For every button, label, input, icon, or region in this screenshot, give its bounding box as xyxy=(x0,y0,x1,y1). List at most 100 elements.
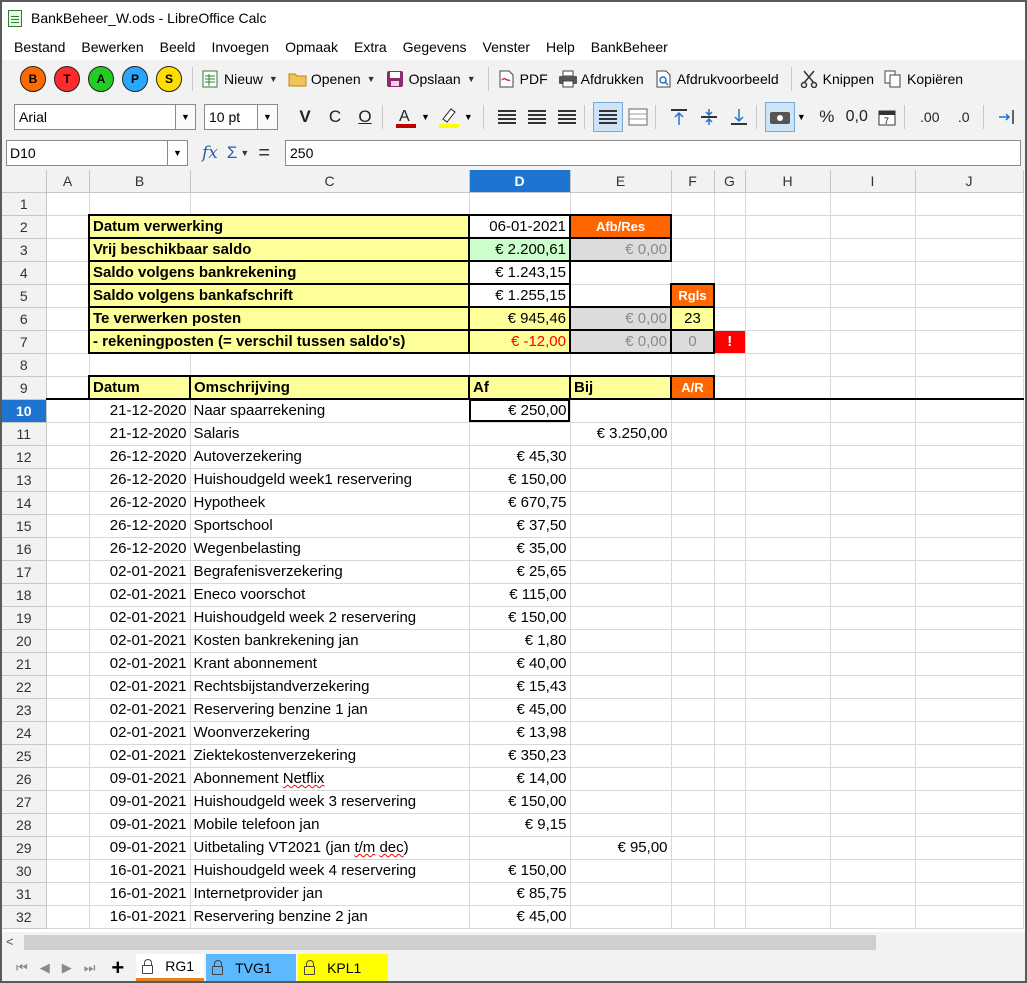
cell-datum[interactable]: 26-12-2020 xyxy=(89,491,191,515)
currency-format-button[interactable] xyxy=(764,102,795,132)
cell[interactable] xyxy=(830,238,916,262)
formula-input[interactable]: 250 xyxy=(285,140,1021,166)
cell-datum[interactable]: 09-01-2021 xyxy=(89,813,191,837)
cell[interactable] xyxy=(915,606,1024,630)
chevron-down-icon[interactable]: ▼ xyxy=(797,112,806,122)
cell-bij[interactable] xyxy=(570,560,672,584)
cell-bij[interactable] xyxy=(570,445,672,469)
sheet-tab-tvg1[interactable]: TVG1 xyxy=(206,954,297,981)
chevron-down-icon[interactable]: ▼ xyxy=(240,148,249,158)
label-te-verwerken-posten[interactable]: Te verwerken posten xyxy=(88,306,470,331)
header-bij[interactable]: Bij xyxy=(569,375,672,400)
cell[interactable] xyxy=(46,192,90,216)
scroll-left-icon[interactable]: < xyxy=(6,934,14,949)
menu-gegevens[interactable]: Gegevens xyxy=(395,39,475,55)
cell-a-r[interactable] xyxy=(671,836,715,860)
cell-bij[interactable] xyxy=(570,514,672,538)
center-vertically-button[interactable] xyxy=(694,102,724,132)
row-header[interactable]: 17 xyxy=(2,560,47,584)
cell[interactable] xyxy=(46,859,90,883)
cell-a-r[interactable] xyxy=(671,882,715,906)
name-box[interactable]: D10 ▼ xyxy=(6,140,188,166)
cell[interactable] xyxy=(745,675,831,699)
cell[interactable] xyxy=(714,813,746,837)
cell[interactable] xyxy=(915,307,1024,331)
cell[interactable] xyxy=(830,330,916,354)
chevron-down-icon[interactable]: ▼ xyxy=(269,74,278,84)
cell[interactable] xyxy=(915,398,1024,423)
cell-bij[interactable] xyxy=(570,882,672,906)
cell[interactable] xyxy=(745,398,831,423)
cell-a-r[interactable] xyxy=(671,721,715,745)
increase-indent-button[interactable] xyxy=(992,102,1022,132)
next-sheet-icon[interactable]: ▶ xyxy=(62,960,72,976)
column-header-b[interactable]: B xyxy=(89,170,191,193)
add-decimal-button[interactable]: .00 xyxy=(913,102,947,132)
cell-a-r[interactable] xyxy=(671,859,715,883)
cell-omschrijving[interactable]: Sportschool xyxy=(190,514,470,538)
cell[interactable] xyxy=(745,882,831,906)
cell[interactable] xyxy=(830,629,916,653)
row-header[interactable]: 23 xyxy=(2,698,47,722)
cell[interactable] xyxy=(46,353,90,377)
row-header[interactable]: 4 xyxy=(2,261,47,285)
cell-bij[interactable] xyxy=(570,698,672,722)
cell-datum[interactable]: 09-01-2021 xyxy=(89,790,191,814)
cell[interactable] xyxy=(89,192,191,216)
cell[interactable] xyxy=(570,284,672,308)
cell[interactable] xyxy=(714,905,746,929)
cell[interactable] xyxy=(830,905,916,929)
cell[interactable] xyxy=(830,261,916,285)
cell-a-r[interactable] xyxy=(671,790,715,814)
font-name-combobox[interactable]: Arial ▼ xyxy=(14,104,196,130)
horizontal-scrollbar[interactable]: < xyxy=(2,932,1025,952)
print-button[interactable]: Afdrukken xyxy=(558,70,644,88)
cell[interactable] xyxy=(915,882,1024,906)
cell-a-r[interactable] xyxy=(671,422,715,446)
cell[interactable] xyxy=(46,905,90,929)
delete-decimal-button[interactable]: .0 xyxy=(947,102,981,132)
cell[interactable] xyxy=(46,422,90,446)
value-vrij-beschikbaar-saldo[interactable]: € 2.200,61 xyxy=(468,237,571,262)
cell[interactable] xyxy=(915,629,1024,653)
row-header[interactable]: 21 xyxy=(2,652,47,676)
cell-omschrijving[interactable]: Internetprovider jan xyxy=(190,882,470,906)
column-header-e[interactable]: E xyxy=(570,170,672,193)
sum-icon[interactable]: Σ xyxy=(227,143,238,163)
row-header[interactable]: 14 xyxy=(2,491,47,515)
align-center-button[interactable] xyxy=(522,102,552,132)
cell[interactable] xyxy=(915,514,1024,538)
cell-bij[interactable] xyxy=(570,813,672,837)
cell[interactable] xyxy=(745,813,831,837)
cell-a-r[interactable] xyxy=(671,445,715,469)
cell[interactable] xyxy=(915,583,1024,607)
cell[interactable] xyxy=(830,560,916,584)
number-format-button[interactable]: 0,0 xyxy=(842,102,872,132)
open-button[interactable]: Openen ▼ xyxy=(288,70,376,88)
cell[interactable] xyxy=(830,307,916,331)
cell[interactable] xyxy=(915,330,1024,354)
cell-datum[interactable]: 26-12-2020 xyxy=(89,445,191,469)
cell[interactable] xyxy=(714,560,746,584)
cell[interactable] xyxy=(714,215,746,239)
label-saldo-bankrekening[interactable]: Saldo volgens bankrekening xyxy=(88,260,470,285)
cell-bij[interactable] xyxy=(570,675,672,699)
row-header[interactable]: 27 xyxy=(2,790,47,814)
cell[interactable] xyxy=(46,537,90,561)
cell[interactable] xyxy=(714,192,746,216)
cell[interactable] xyxy=(745,514,831,538)
cell[interactable] xyxy=(46,767,90,791)
row-header[interactable]: 3 xyxy=(2,238,47,262)
cell[interactable] xyxy=(915,468,1024,492)
cell[interactable] xyxy=(745,836,831,860)
row-header[interactable]: 18 xyxy=(2,583,47,607)
menu-help[interactable]: Help xyxy=(538,39,583,55)
cell[interactable] xyxy=(46,882,90,906)
row-header[interactable]: 19 xyxy=(2,606,47,630)
cell[interactable] xyxy=(46,468,90,492)
cell[interactable] xyxy=(714,836,746,860)
cell[interactable] xyxy=(745,261,831,285)
cell[interactable] xyxy=(469,192,571,216)
row-header[interactable]: 8 xyxy=(2,353,47,377)
cell[interactable] xyxy=(46,698,90,722)
